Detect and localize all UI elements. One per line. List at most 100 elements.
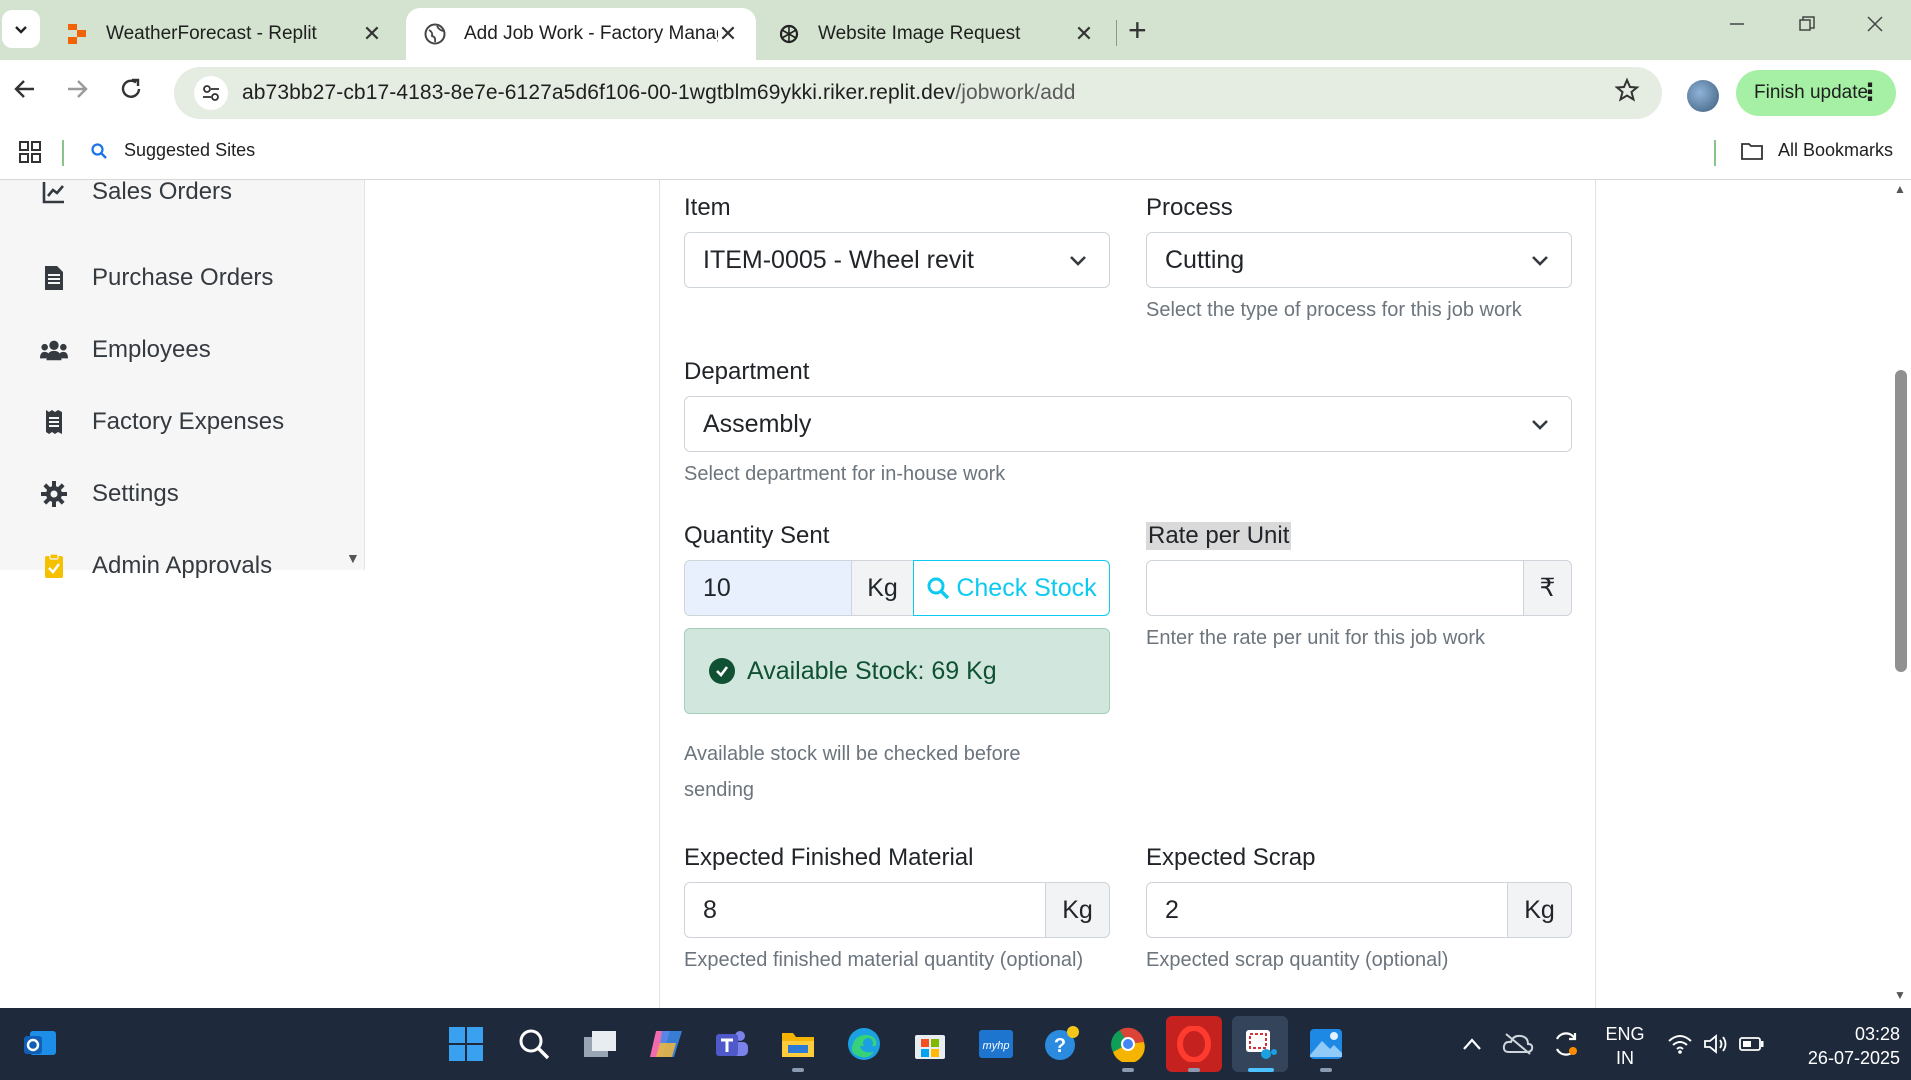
bookmark-suggested-sites[interactable]: Suggested Sites: [90, 140, 255, 161]
onedrive-icon[interactable]: [1498, 1024, 1538, 1064]
sidebar-item-label: Purchase Orders: [92, 264, 274, 291]
photos-icon[interactable]: [1306, 1024, 1346, 1064]
finished-unit-addon: Kg: [1045, 882, 1110, 938]
tab-search-button[interactable]: [2, 10, 40, 48]
chevron-up-icon[interactable]: [1452, 1024, 1492, 1064]
close-tab-icon[interactable]: ✕: [1074, 21, 1094, 47]
teams-icon[interactable]: [712, 1024, 752, 1064]
opera-icon[interactable]: [1166, 1016, 1222, 1072]
search-icon[interactable]: [514, 1024, 554, 1064]
tab-weatherforecast[interactable]: WeatherForecast - Replit ✕: [48, 8, 400, 60]
region-code: IN: [1616, 1048, 1634, 1068]
edge-icon[interactable]: [844, 1024, 884, 1064]
search-icon: [91, 142, 107, 159]
sidebar-item-sales-orders[interactable]: Sales Orders: [40, 180, 232, 212]
sidebar-item-label: Settings: [92, 480, 179, 507]
close-window-icon[interactable]: [1866, 12, 1884, 40]
clipboard-check-icon: [40, 552, 68, 580]
tune-icon: [203, 85, 219, 101]
chevron-down-icon: [1532, 256, 1548, 266]
close-tab-icon[interactable]: ✕: [718, 21, 738, 47]
minimize-icon[interactable]: [1728, 12, 1746, 40]
item-label: Item: [684, 194, 731, 221]
site-info-button[interactable]: [194, 76, 228, 110]
task-view-icon[interactable]: [580, 1024, 620, 1064]
sidebar-item-purchase-orders[interactable]: Purchase Orders: [40, 258, 273, 298]
tab-title: Add Job Work - Factory Manage: [464, 23, 718, 44]
language-indicator[interactable]: ENG IN: [1598, 1022, 1652, 1070]
new-tab-button[interactable]: +: [1128, 12, 1147, 49]
tab-website-image-request[interactable]: Website Image Request ✕: [760, 8, 1112, 60]
department-select[interactable]: Assembly: [684, 396, 1572, 452]
chevron-down-icon: [1070, 256, 1086, 266]
file-explorer-icon[interactable]: [778, 1024, 818, 1064]
bookmark-label: All Bookmarks: [1778, 140, 1894, 160]
bookmark-star-icon[interactable]: [1614, 77, 1640, 110]
url-host: ab73bb27-cb17-4183-8e7e-6127a5d6f106-00-…: [242, 81, 956, 104]
language-code: ENG: [1605, 1024, 1645, 1044]
copilot-icon[interactable]: [646, 1024, 686, 1064]
quantity-help-line: sending: [684, 779, 755, 801]
item-select[interactable]: ITEM-0005 - Wheel revit: [684, 232, 1110, 288]
windows-start-icon[interactable]: [446, 1024, 486, 1064]
quantity-sent-label: Quantity Sent: [684, 522, 830, 549]
bookmarks-divider: [1714, 140, 1716, 166]
item-select-value: ITEM-0005 - Wheel revit: [703, 245, 974, 274]
scrollbar-thumb[interactable]: [1895, 370, 1907, 672]
sidebar-scroll-down-icon[interactable]: ▼: [346, 550, 360, 566]
process-select[interactable]: Cutting: [1146, 232, 1572, 288]
quantity-help-line: Available stock will be checked before: [684, 743, 1021, 765]
department-help-text: Select department for in-house work: [684, 463, 1006, 485]
rate-per-unit-input[interactable]: [1146, 560, 1524, 616]
finish-update-label: Finish update: [1754, 82, 1869, 103]
forward-button[interactable]: [64, 76, 90, 109]
battery-icon[interactable]: [1732, 1024, 1772, 1064]
page-scrollbar[interactable]: ▲ ▼: [1891, 180, 1911, 1008]
back-button[interactable]: [12, 76, 38, 109]
clock[interactable]: 03:28 26-07-2025: [1780, 1022, 1900, 1070]
apps-grid-icon[interactable]: [18, 140, 42, 169]
rate-help-text: Enter the rate per unit for this job wor…: [1146, 627, 1486, 649]
snipping-tool-icon[interactable]: [1232, 1016, 1288, 1072]
users-icon: [40, 336, 68, 364]
scrap-unit-addon: Kg: [1507, 882, 1572, 938]
wifi-icon[interactable]: [1660, 1024, 1700, 1064]
quantity-sent-input[interactable]: 10: [684, 560, 852, 616]
expected-finished-label: Expected Finished Material: [684, 844, 974, 871]
profile-avatar[interactable]: [1687, 80, 1719, 112]
sidebar: Sales Orders Purchase Orders Employees F…: [0, 180, 365, 579]
process-help-text: Select the type of process for this job …: [1146, 299, 1522, 321]
myhp-icon[interactable]: myhp: [976, 1024, 1016, 1064]
microsoft-store-icon[interactable]: [910, 1024, 950, 1064]
sidebar-item-factory-expenses[interactable]: Factory Expenses: [40, 402, 284, 442]
sidebar-item-admin-approvals[interactable]: Admin Approvals: [40, 546, 272, 586]
sidebar-item-settings[interactable]: Settings: [40, 474, 179, 514]
running-indicator: [1188, 1068, 1200, 1072]
clock-time: 03:28: [1854, 1024, 1900, 1044]
expected-scrap-input[interactable]: 2: [1146, 882, 1508, 938]
more-vertical-icon[interactable]: ⋮: [1858, 78, 1882, 107]
sidebar-item-employees[interactable]: Employees: [40, 330, 211, 370]
get-help-icon[interactable]: ?: [1042, 1024, 1082, 1064]
stock-alert-text: Available Stock: 69 Kg: [747, 656, 997, 685]
tab-separator: [1116, 20, 1117, 46]
outlook-icon[interactable]: [20, 1024, 60, 1064]
expected-finished-input[interactable]: 8: [684, 882, 1046, 938]
clock-date: 26-07-2025: [1807, 1048, 1900, 1068]
sync-icon[interactable]: [1546, 1024, 1586, 1064]
check-stock-button[interactable]: Check Stock: [913, 560, 1110, 616]
close-tab-icon[interactable]: ✕: [362, 21, 382, 47]
chrome-icon[interactable]: [1108, 1024, 1148, 1064]
restore-icon[interactable]: [1798, 12, 1816, 40]
scroll-down-icon[interactable]: ▼: [1894, 988, 1906, 1002]
volume-icon[interactable]: [1696, 1024, 1736, 1064]
running-indicator: [1320, 1068, 1332, 1072]
scroll-up-icon[interactable]: ▲: [1894, 182, 1906, 196]
tab-add-job-work[interactable]: Add Job Work - Factory Manage ✕: [406, 8, 756, 60]
reload-button[interactable]: [118, 76, 144, 109]
address-bar[interactable]: ab73bb27-cb17-4183-8e7e-6127a5d6f106-00-…: [174, 67, 1662, 119]
all-bookmarks-button[interactable]: All Bookmarks: [1740, 140, 1893, 161]
finish-update-button[interactable]: Finish update ⋮: [1736, 70, 1896, 116]
windows-taskbar: myhp ? ENG IN 03:28 26-07-2025: [0, 1008, 1911, 1080]
browser-tab-bar: WeatherForecast - Replit ✕ Add Job Work …: [0, 0, 1911, 60]
